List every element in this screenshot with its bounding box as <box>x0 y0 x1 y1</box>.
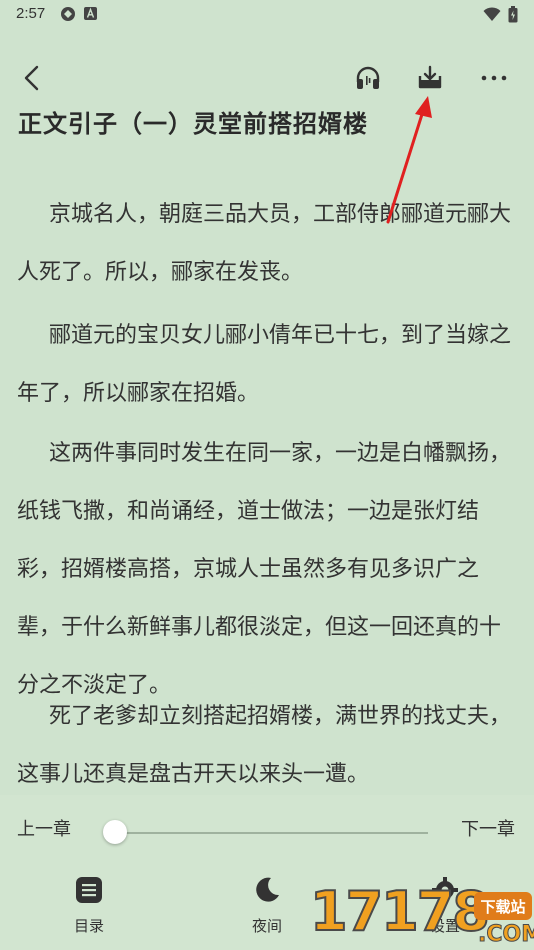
a-notification-icon <box>84 7 97 20</box>
paragraph-line: 年了，所以郦家在招婚。 <box>17 381 260 406</box>
more-dots-icon <box>481 75 507 81</box>
paragraph-1: 京城名人，朝庭三品大员，工部侍郎郦道元郦大 人死了。所以，郦家在发丧。 <box>17 186 522 302</box>
reading-content: 正文引子（一）灵堂前搭招婿楼 京城名人，朝庭三品大员，工部侍郎郦道元郦大 人死了… <box>0 100 534 794</box>
back-button[interactable] <box>10 56 54 100</box>
more-button[interactable] <box>472 56 516 100</box>
paragraph-line: 京城名人，朝庭三品大员，工部侍郎郦道元郦大 <box>49 202 512 227</box>
prev-chapter-button[interactable]: 上一章 <box>17 815 71 841</box>
paragraph-line: 人死了。所以，郦家在发丧。 <box>17 260 304 285</box>
menu-list-icon <box>76 877 102 903</box>
tab-label: 夜间 <box>251 917 282 935</box>
tab-label: 设置 <box>429 917 460 935</box>
tab-catalog[interactable]: 目录 <box>49 875 129 945</box>
gear-icon <box>432 877 458 903</box>
download-icon <box>418 65 442 89</box>
paragraph-line: 这两件事同时发生在同一家，一边是白幡飘扬， <box>49 441 512 466</box>
paragraph-line: 郦道元的宝贝女儿郦小倩年已十七，到了当嫁之 <box>49 323 512 348</box>
headphones-icon <box>356 66 380 89</box>
tab-settings[interactable]: 设置 <box>405 875 485 945</box>
paragraph-line: 纸钱飞撒，和尚诵经，道士做法；一边是张灯结 <box>17 499 480 524</box>
back-arrow-icon <box>24 65 39 91</box>
tab-night[interactable]: 夜间 <box>227 875 307 945</box>
tab-label: 目录 <box>73 917 104 935</box>
status-bar: 2:57 <box>0 0 534 30</box>
paragraph-line: 死了老爹却立刻搭起招婿楼，满世界的找丈夫， <box>49 704 512 729</box>
wifi-icon <box>483 7 501 21</box>
paragraph-2: 郦道元的宝贝女儿郦小倩年已十七，到了当嫁之 年了，所以郦家在招婚。 <box>17 307 522 423</box>
paragraph-4: 死了老爹却立刻搭起招婿楼，满世界的找丈夫， 这事儿还真是盘古开天以来头一遭。 <box>17 688 522 794</box>
paragraph-3: 这两件事同时发生在同一家，一边是白幡飘扬， 纸钱飞撒，和尚诵经，道士做法；一边是… <box>17 425 522 715</box>
paragraph-line: 彩，招婿楼高搭，京城人士虽然多有见多识广之 <box>17 557 480 582</box>
reader-bottom-panel: 上一章 下一章 目录 夜间 设置 <box>0 795 534 950</box>
next-chapter-button[interactable]: 下一章 <box>461 815 515 841</box>
app-notification-icon <box>61 7 75 21</box>
paragraph-line: 辈，于什么新鲜事儿都很淡定，但这一回还真的十 <box>17 615 502 640</box>
annotation-arrow-icon <box>386 96 432 224</box>
chapter-title: 正文引子（一）灵堂前搭招婿楼 <box>18 110 368 138</box>
moon-icon <box>256 877 279 902</box>
paragraph-line: 这事儿还真是盘古开天以来头一遭。 <box>17 762 370 787</box>
chapter-progress-track[interactable] <box>116 832 428 834</box>
battery-icon <box>508 6 518 23</box>
status-time: 2:57 <box>16 5 46 22</box>
chapter-progress-thumb[interactable] <box>103 820 127 844</box>
